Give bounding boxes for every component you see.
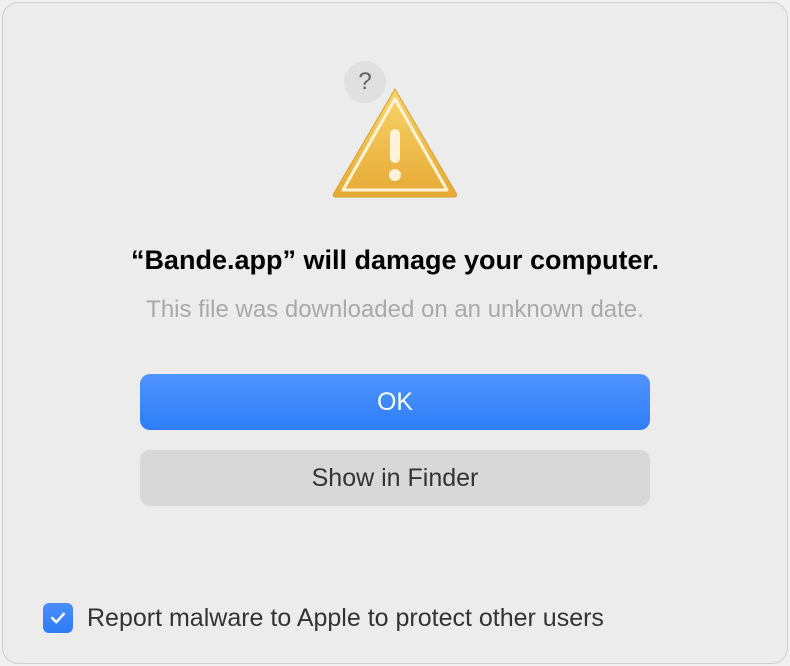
alert-dialog: ? “Bande.app” will damage your computer.… <box>2 2 788 664</box>
ok-button[interactable]: OK <box>140 374 650 430</box>
dialog-subtitle: This file was downloaded on an unknown d… <box>146 296 644 324</box>
report-checkbox[interactable] <box>43 603 73 633</box>
show-in-finder-button[interactable]: Show in Finder <box>140 450 650 506</box>
report-checkbox-row: Report malware to Apple to protect other… <box>43 603 604 633</box>
warning-icon <box>330 85 460 205</box>
report-checkbox-label: Report malware to Apple to protect other… <box>87 604 604 633</box>
button-container: OK Show in Finder <box>140 374 650 506</box>
dialog-title: “Bande.app” will damage your computer. <box>131 245 659 276</box>
checkmark-icon <box>48 608 68 628</box>
